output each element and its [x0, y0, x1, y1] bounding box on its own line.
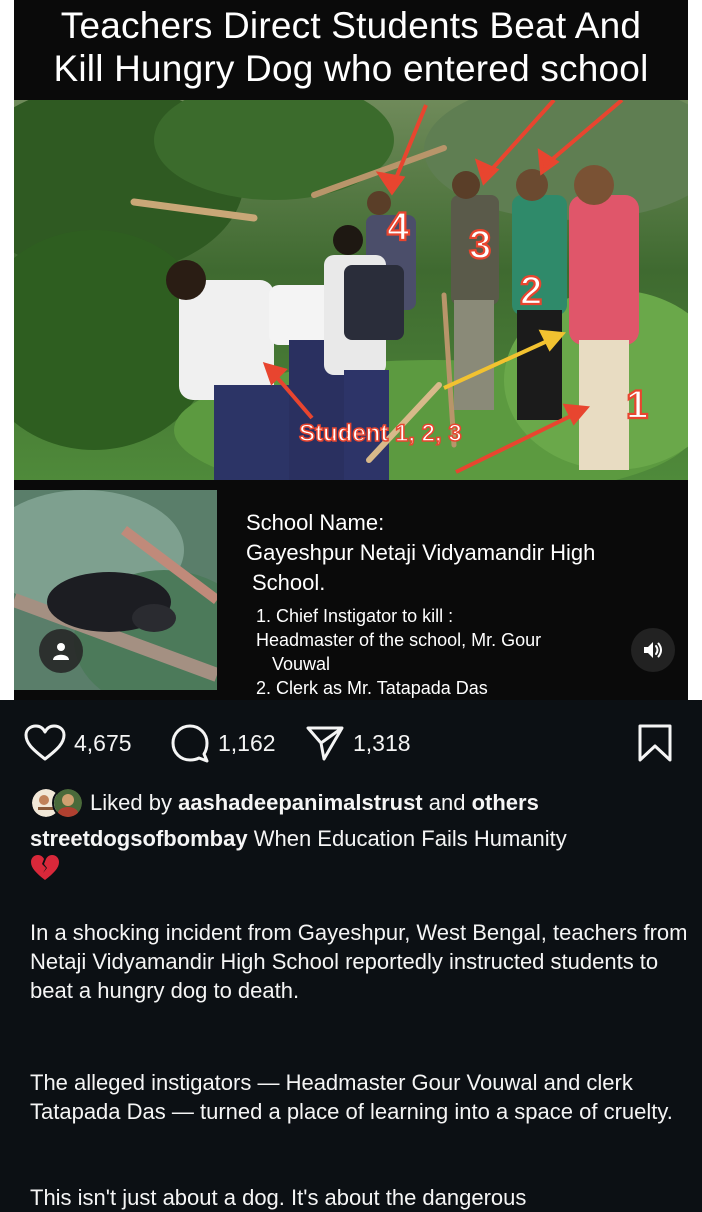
post-media[interactable]: Teachers Direct Students Beat And Kill H…	[0, 0, 702, 700]
photo-label-2: 2	[520, 269, 542, 313]
comment-count: 1,162	[218, 729, 276, 756]
caption-title: When Education Fails Humanity	[253, 826, 567, 851]
like-button[interactable]: 4,675	[24, 718, 132, 768]
broken-heart-emoji	[30, 854, 60, 887]
bookmark-icon	[638, 724, 672, 762]
liked-by-and: and	[428, 790, 466, 815]
share-count: 1,318	[353, 729, 411, 756]
heart-icon	[24, 724, 66, 761]
photo-label-students: Student 1, 2, 3	[299, 420, 462, 447]
user-tag-button[interactable]	[39, 629, 83, 673]
headline-line-2: Kill Hungry Dog who entered school	[53, 48, 649, 89]
liked-by-text: Liked by aashadeepanimalstrust and other…	[90, 790, 539, 816]
avatar-image	[54, 789, 82, 817]
photo-label-3: 3	[469, 223, 491, 267]
avatar[interactable]	[52, 787, 84, 819]
list-item: 2. Clerk as Mr. Tatapada Das	[256, 678, 488, 698]
broken-heart-icon	[31, 855, 59, 880]
list-item: 1. Chief Instigator to kill : Headmaster…	[256, 604, 676, 676]
instigator-list: 1. Chief Instigator to kill : Headmaster…	[246, 604, 676, 700]
school-name-label: School Name:	[246, 510, 385, 535]
list-item-line: Headmaster of the school, Mr. Gour	[256, 630, 542, 650]
comment-icon	[171, 724, 209, 763]
liked-by-prefix: Liked by	[90, 790, 172, 815]
speaker-icon	[644, 642, 662, 658]
post-headline: Teachers Direct Students Beat And Kill H…	[14, 4, 688, 90]
share-icon	[306, 726, 344, 761]
like-count: 4,675	[74, 729, 132, 756]
list-item-line: 1. Chief Instigator to kill :	[256, 606, 454, 626]
incident-photo: 1 2 3 4 Student 1, 2, 3	[14, 100, 688, 480]
post-image[interactable]: Teachers Direct Students Beat And Kill H…	[14, 0, 688, 700]
caption-header: streetdogsofbombay When Education Fails …	[30, 824, 680, 854]
caption-paragraph-3: This isn't just about a dog. It's about …	[30, 1185, 527, 1210]
post-actions: 4,675 1,162 1,318	[0, 718, 702, 768]
school-info: School Name: Gayeshpur Netaji Vidyamandi…	[246, 508, 676, 700]
caption-paragraph-2: The alleged instigators — Headmaster Gou…	[30, 1070, 673, 1124]
liked-by-user-link[interactable]: aashadeepanimalstrust	[178, 790, 423, 815]
liked-by-others-link[interactable]: others	[472, 790, 539, 815]
audio-toggle-button[interactable]	[631, 628, 675, 672]
list-item-line: Vouwal	[272, 654, 331, 674]
share-button[interactable]: 1,318	[305, 718, 411, 768]
user-tag-icon	[53, 643, 69, 660]
caption-paragraph-1: In a shocking incident from Gayeshpur, W…	[30, 920, 688, 1003]
caption-username[interactable]: streetdogsofbombay	[30, 826, 248, 851]
save-button[interactable]	[636, 718, 674, 768]
liked-by-row[interactable]: Liked by aashadeepanimalstrust and other…	[30, 786, 539, 820]
photo-label-1: 1	[626, 383, 648, 427]
school-name-line-1: Gayeshpur Netaji Vidyamandir High	[246, 540, 596, 565]
headline-line-1: Teachers Direct Students Beat And	[60, 5, 642, 46]
photo-label-4: 4	[387, 205, 410, 249]
comment-button[interactable]: 1,162	[170, 718, 276, 768]
school-name-line-2: School.	[252, 570, 326, 595]
